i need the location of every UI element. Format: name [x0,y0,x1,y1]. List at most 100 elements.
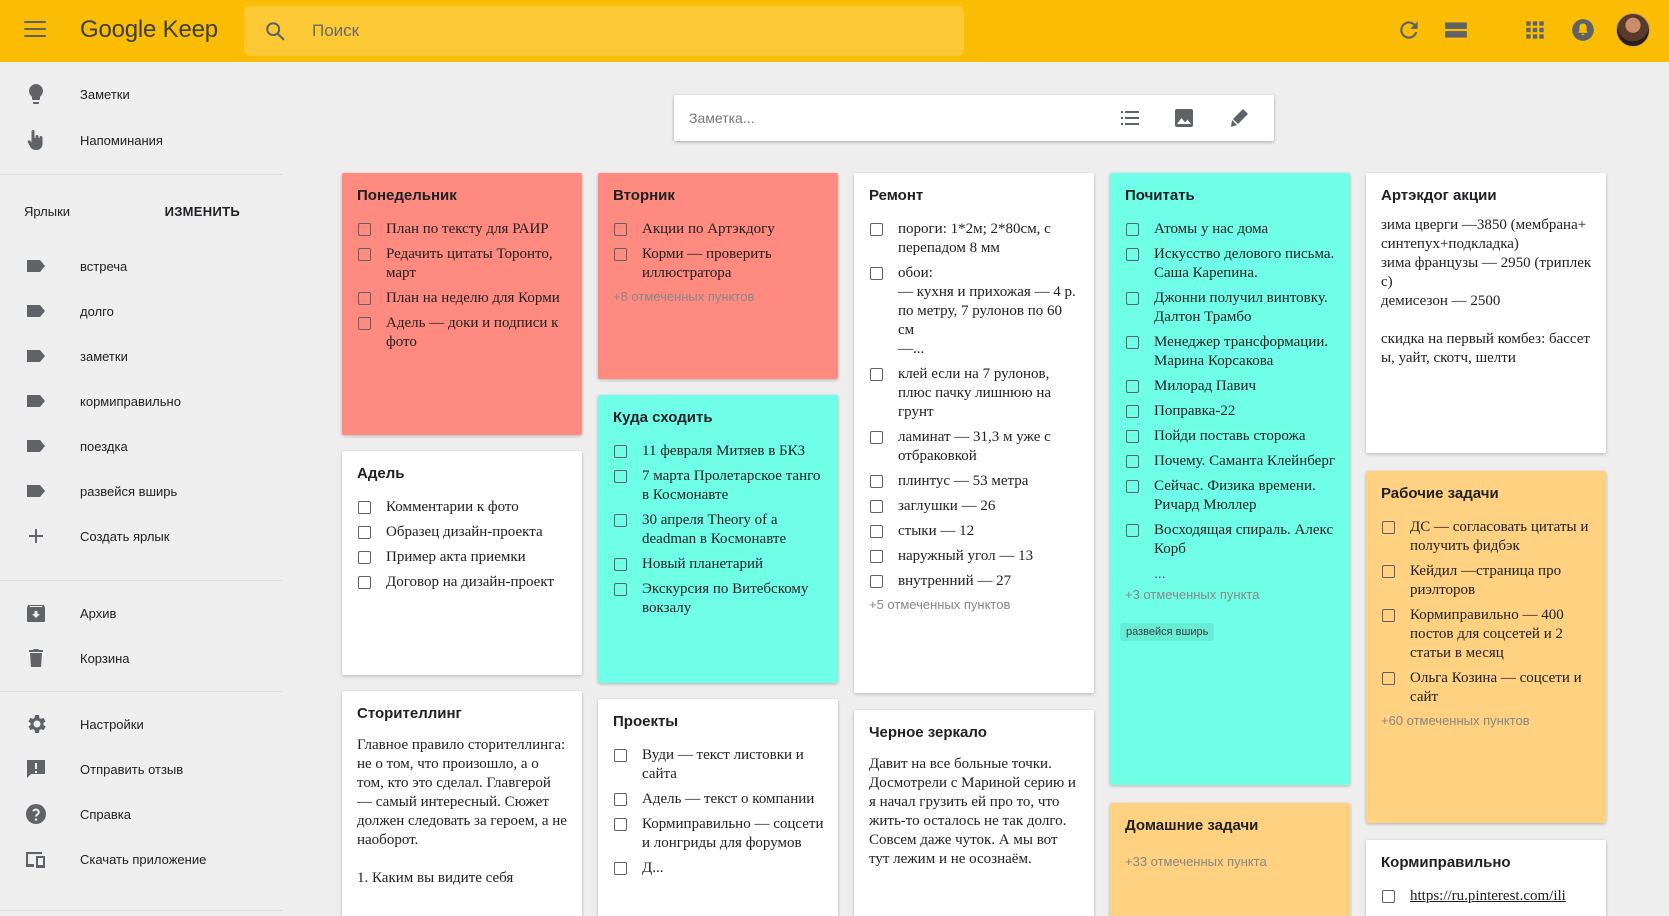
list-item: Новый планетарий [613,555,824,574]
checkbox[interactable] [614,248,627,261]
checkbox[interactable] [614,558,627,571]
list-item: https://ru.pinterest.com/ili [1381,887,1592,906]
take-note-bar[interactable] [674,95,1274,141]
sidebar-item-label: кормиправильно [80,393,181,409]
note-where-to-go[interactable]: Куда сходить 11 февраля Митяев в БКЗ 7 м… [598,395,838,683]
checkbox[interactable] [614,818,627,831]
checkbox[interactable] [870,475,883,488]
checkbox[interactable] [870,223,883,236]
checkbox[interactable] [614,793,627,806]
sidebar-item-label-zametki[interactable]: заметки [0,334,282,378]
note-monday[interactable]: Понедельник План по тексту для РАИР Реда… [342,173,582,435]
refresh-icon[interactable] [1396,17,1422,43]
list-view-icon[interactable] [1443,17,1469,43]
checkbox[interactable] [1126,480,1139,493]
note-home-tasks[interactable]: Домашние задачи +33 отмеченных пункта [1110,803,1350,916]
checked-items-count[interactable]: +8 отмеченных пунктов [613,289,824,304]
sidebar-item-label-poezdka[interactable]: поездка [0,424,282,468]
checked-items-count[interactable]: +3 отмеченных пункта [1125,587,1336,602]
checkbox[interactable] [870,267,883,280]
checkbox[interactable] [1126,524,1139,537]
checkbox[interactable] [1382,521,1395,534]
checkbox[interactable] [870,500,883,513]
checkbox[interactable] [358,248,371,261]
checkbox[interactable] [358,551,371,564]
checkbox[interactable] [1126,405,1139,418]
note-repair[interactable]: Ремонт пороги: 1*2м; 2*80см, с перепадом… [854,173,1094,693]
note-artdog[interactable]: Артэкдог акции зима цверги —3850 (мембра… [1366,173,1606,453]
sidebar-item-help[interactable]: Справка [0,792,282,836]
note-body: Давит на все больные точки. Досмотрели с… [869,756,1076,867]
checkbox[interactable] [870,431,883,444]
search-input[interactable] [312,18,912,44]
sidebar-item-download[interactable]: Скачать приложение [0,837,282,881]
search-bar[interactable] [244,6,964,56]
checkbox[interactable] [1382,672,1395,685]
checkbox[interactable] [1126,430,1139,443]
checkbox[interactable] [358,317,371,330]
label-icon [27,440,45,452]
checkbox[interactable] [870,525,883,538]
checkbox[interactable] [1126,455,1139,468]
sidebar-item-label-razveysya[interactable]: развейся вширь [0,469,282,513]
checked-items-count[interactable]: +33 отмеченных пункта [1125,854,1336,869]
apps-grid-icon[interactable] [1522,17,1548,43]
note-tuesday[interactable]: Вторник Акции по Артэкдогу Корми — прове… [598,173,838,379]
checkbox[interactable] [1126,336,1139,349]
note-projects[interactable]: Проекты Вуди — текст листовки и сайта Ад… [598,699,838,916]
note-to-read[interactable]: Почитать Атомы у нас дома Искусство дело… [1110,173,1350,785]
sidebar-item-archive[interactable]: Архив [0,591,282,635]
checkbox[interactable] [870,550,883,563]
create-label-button[interactable]: Создать ярлык [0,514,282,558]
checkbox[interactable] [1382,890,1395,903]
sidebar-item-settings[interactable]: Настройки [0,702,282,746]
note-work-tasks[interactable]: Рабочие задачи ДС — согласовать цитаты и… [1366,471,1606,823]
checkbox[interactable] [358,576,371,589]
checkbox[interactable] [614,223,627,236]
sidebar-item-notes[interactable]: Заметки [0,72,282,116]
checkbox[interactable] [870,575,883,588]
new-drawing-icon[interactable] [1227,106,1251,130]
checkbox[interactable] [1126,248,1139,261]
sidebar-item-reminders[interactable]: Напоминания [0,118,282,162]
pinterest-link[interactable]: https://ru.pinterest.com/ili [1410,888,1566,904]
notifications-icon[interactable] [1570,17,1596,43]
checkbox[interactable] [870,368,883,381]
note-adel[interactable]: Адель Комментарии к фото Образец дизайн-… [342,451,582,675]
sidebar-item-trash[interactable]: Корзина [0,636,282,680]
checkbox[interactable] [614,749,627,762]
checkbox[interactable] [614,470,627,483]
sidebar-item-label-vstrecha[interactable]: встреча [0,244,282,288]
checkbox[interactable] [358,526,371,539]
main-menu-icon[interactable] [24,21,46,39]
checkbox[interactable] [1126,223,1139,236]
label-chip[interactable]: развейся вширь [1120,623,1215,641]
take-note-input[interactable] [689,108,1049,128]
sidebar-item-label-dolgo[interactable]: долго [0,289,282,333]
checkbox[interactable] [1126,380,1139,393]
note-title: Домашние задачи [1125,817,1259,834]
checked-items-count[interactable]: +5 отмеченных пунктов [869,597,1080,612]
user-avatar[interactable] [1616,13,1650,47]
checkbox[interactable] [1382,609,1395,622]
checkbox[interactable] [1382,565,1395,578]
checkbox[interactable] [614,445,627,458]
note-storytelling[interactable]: Сторителлинг Главное правило сторителлин… [342,691,582,916]
edit-labels-button[interactable]: ИЗМЕНИТЬ [165,204,240,219]
checkbox[interactable] [614,862,627,875]
sidebar-item-feedback[interactable]: Отправить отзыв [0,747,282,791]
checkbox[interactable] [358,292,371,305]
new-list-icon[interactable] [1118,106,1142,130]
checkbox[interactable] [614,583,627,596]
checked-items-count[interactable]: +60 отмеченных пунктов [1381,713,1592,728]
checkbox[interactable] [1126,292,1139,305]
search-icon[interactable] [264,20,286,42]
checkbox[interactable] [614,514,627,527]
app-logo[interactable]: Google Keep [80,16,218,44]
sidebar-item-label-kormipravilno[interactable]: кормиправильно [0,379,282,423]
new-image-icon[interactable] [1172,106,1196,130]
note-black-mirror[interactable]: Черное зеркало Давит на все больные точк… [854,710,1094,916]
note-kormipravilno[interactable]: Кормиправильно https://ru.pinterest.com/… [1366,840,1606,916]
checkbox[interactable] [358,501,371,514]
checkbox[interactable] [358,223,371,236]
